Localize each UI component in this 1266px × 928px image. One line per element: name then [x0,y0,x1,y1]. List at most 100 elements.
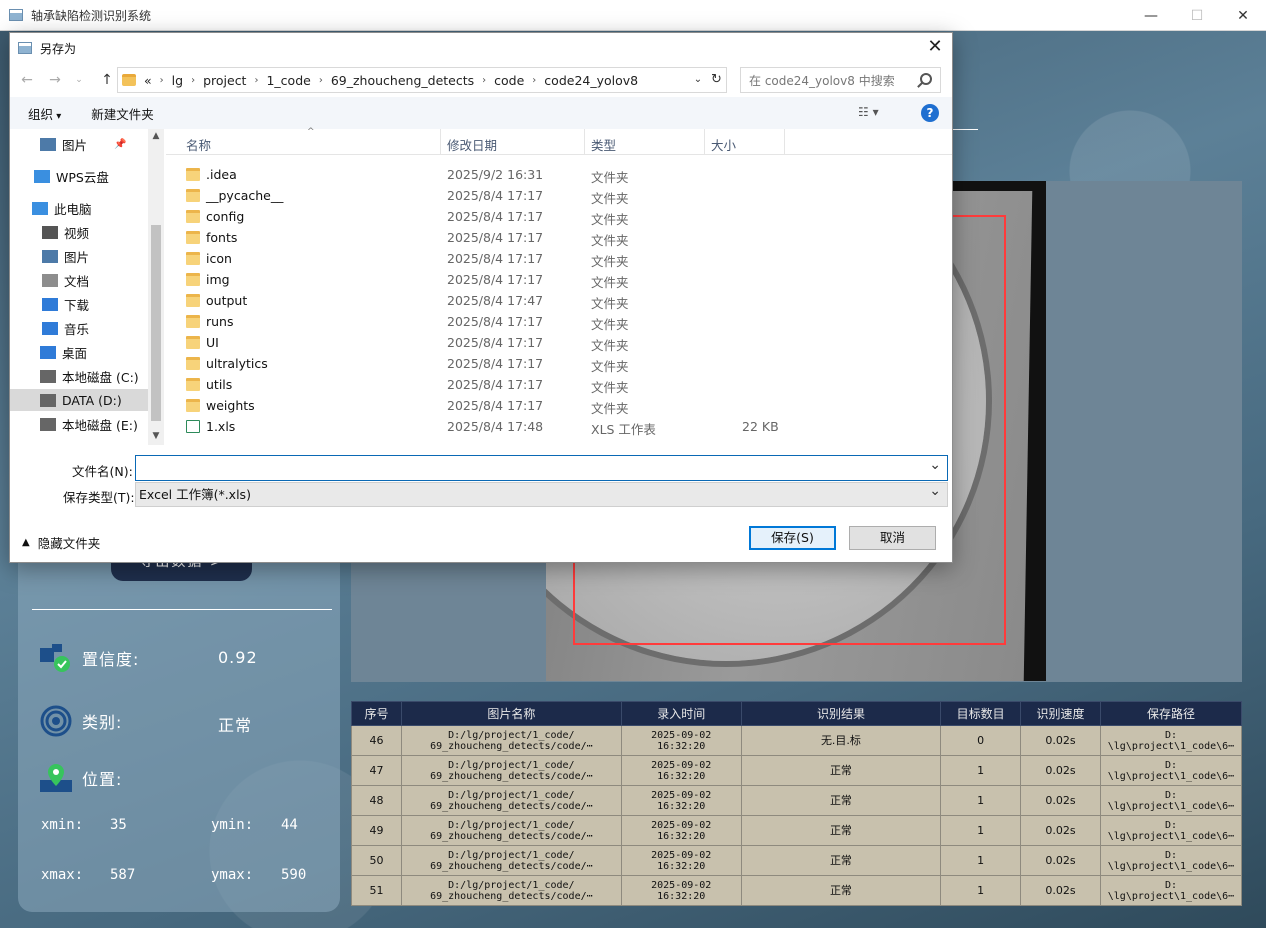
table-row[interactable]: 51 D:/lg/project/1_code/69_zhoucheng_dete… [351,875,1243,906]
file-row[interactable]: 1.xls [186,416,235,437]
close-icon[interactable]: ✕ [1220,0,1266,31]
hide-folders-toggle[interactable]: ▲ 隐藏文件夹 [22,533,100,552]
file-type: 文件夹 [591,254,629,269]
breadcrumb-separator-icon[interactable]: › [191,75,195,86]
nav-item[interactable]: 下载 [42,293,89,315]
table-row[interactable]: 46 D:/lg/project/1_code/69_zhoucheng_dete… [351,725,1243,756]
file-date: 2025/8/4 17:17 [447,209,544,224]
cell-text: 46 [369,734,384,747]
nav-item[interactable]: 音乐 [42,317,89,339]
up-arrow-icon[interactable]: ↑ [96,72,118,88]
col-header[interactable]: 录入时间 [620,701,742,726]
table-cell: 2025-09-02 16:32:20 [620,815,742,846]
music-icon [42,321,58,335]
col-header[interactable]: 保存路径 [1099,701,1243,726]
help-icon[interactable]: ? [921,104,939,122]
nav-item-label: 本地磁盘 (C:) [62,369,139,385]
search-input[interactable]: 在 code24_yolov8 中搜索 [740,67,941,93]
cancel-button[interactable]: 取消 [849,526,936,550]
breadcrumb-separator-icon[interactable]: › [532,75,536,86]
nav-item[interactable]: 此电脑 [32,197,92,219]
file-row[interactable]: config [186,206,244,227]
table-row[interactable]: 49 D:/lg/project/1_code/69_zhoucheng_dete… [351,815,1243,846]
nav-item[interactable]: WPS云盘 [34,165,109,187]
file-row[interactable]: __pycache__ [186,185,283,206]
file-row[interactable]: output [186,290,247,311]
breadcrumb-segment[interactable]: « [144,73,152,88]
minimize-icon[interactable]: — [1128,0,1174,31]
col-name[interactable]: 名称 [186,135,211,154]
table-row[interactable]: 47 D:/lg/project/1_code/69_zhoucheng_dete… [351,755,1243,786]
nav-item[interactable]: 图片 📌 [40,133,126,155]
table-cell: 1 [940,755,1022,786]
table-cell: D:/lg/project/1_code/69_zhoucheng_detect… [400,845,622,876]
col-date[interactable]: 修改日期 [447,135,497,154]
col-size[interactable]: 大小 [711,135,736,154]
file-row[interactable]: img [186,269,230,290]
nav-item[interactable]: 本地磁盘 (E:) [40,413,138,435]
view-options-icon[interactable]: ☷ ▾ [858,105,879,119]
table-cell: D: \lg\project\1_code\6⋯ [1099,875,1243,906]
recent-locations-icon[interactable]: ⌄ [68,75,90,85]
file-row[interactable]: utils [186,374,232,395]
maximize-icon[interactable]: ☐ [1174,0,1220,31]
filetype-select[interactable]: Excel 工作簿(*.xls) [135,480,948,507]
forward-arrow-icon[interactable]: → [44,72,66,88]
breadcrumb-separator-icon[interactable]: › [254,75,258,86]
col-header[interactable]: 序号 [351,701,402,726]
filename-input[interactable] [135,455,948,481]
table-cell: 0.02s [1020,845,1101,876]
file-row[interactable]: ultralytics [186,353,268,374]
file-name: 1.xls [206,419,236,434]
scrollbar-thumb[interactable] [151,225,161,421]
breadcrumb-segment[interactable]: 69_zhoucheng_detects [331,73,474,88]
dialog-close-icon[interactable]: ✕ [924,37,946,59]
new-folder-button[interactable]: 新建文件夹 [91,104,154,123]
cell-text: \lg\project\1_code\6⋯ [1107,830,1235,842]
back-arrow-icon[interactable]: ← [16,72,38,88]
refresh-icon[interactable]: ↻ [707,67,727,93]
col-header[interactable]: 目标数目 [940,701,1022,726]
app-titlebar: 轴承缺陷检测识别系统 — ☐ ✕ [0,0,1266,31]
col-header[interactable]: 识别速度 [1020,701,1101,726]
breadcrumb-separator-icon[interactable]: › [160,75,164,86]
col-header[interactable]: 识别结果 [740,701,942,726]
file-date: 2025/8/4 17:47 [447,293,544,308]
file-name: weights [206,398,255,413]
file-name: config [206,209,245,224]
desktop-icon [40,345,56,359]
file-row[interactable]: fonts [186,227,237,248]
table-cell: 2025-09-02 16:32:20 [620,755,742,786]
file-row[interactable]: weights [186,395,255,416]
nav-item[interactable]: 视频 [42,221,89,243]
nav-item[interactable]: 文档 [42,269,89,291]
breadcrumb-segment[interactable]: project [203,73,246,88]
table-row[interactable]: 50 D:/lg/project/1_code/69_zhoucheng_dete… [351,845,1243,876]
nav-item[interactable]: DATA (D:) [10,389,148,411]
organize-button[interactable]: 组织 [28,104,61,123]
col-header[interactable]: 图片名称 [400,701,622,726]
file-row[interactable]: UI [186,332,219,353]
table-row[interactable]: 48 D:/lg/project/1_code/69_zhoucheng_dete… [351,785,1243,816]
breadcrumb-separator-icon[interactable]: › [319,75,323,86]
save-button[interactable]: 保存(S) [749,526,836,550]
file-name: runs [206,314,234,329]
breadcrumb-segment[interactable]: 1_code [266,73,310,88]
breadcrumb-segment[interactable]: code [494,73,524,88]
navigation-scrollbar[interactable]: ▲ ▼ [148,129,164,445]
breadcrumb-segment[interactable]: lg [172,73,183,88]
nav-item[interactable]: 本地磁盘 (C:) [40,365,139,387]
address-dropdown-icon[interactable]: ⌄ [689,67,707,93]
breadcrumb-segment[interactable]: code24_yolov8 [544,73,638,88]
nav-item[interactable]: 图片 [42,245,89,267]
file-row[interactable]: icon [186,248,232,269]
breadcrumb-separator-icon[interactable]: › [482,75,486,86]
scroll-down-icon[interactable]: ▼ [148,431,164,441]
table-cell: 正常 [740,785,942,816]
address-bar[interactable]: « › lg › project › 1_code › 69_zhoucheng_detects… [117,67,727,93]
nav-item[interactable]: 桌面 [40,341,87,363]
file-row[interactable]: .idea [186,164,237,185]
scroll-up-icon[interactable]: ▲ [148,131,164,141]
file-row[interactable]: runs [186,311,234,332]
col-type[interactable]: 类型 [591,135,616,154]
